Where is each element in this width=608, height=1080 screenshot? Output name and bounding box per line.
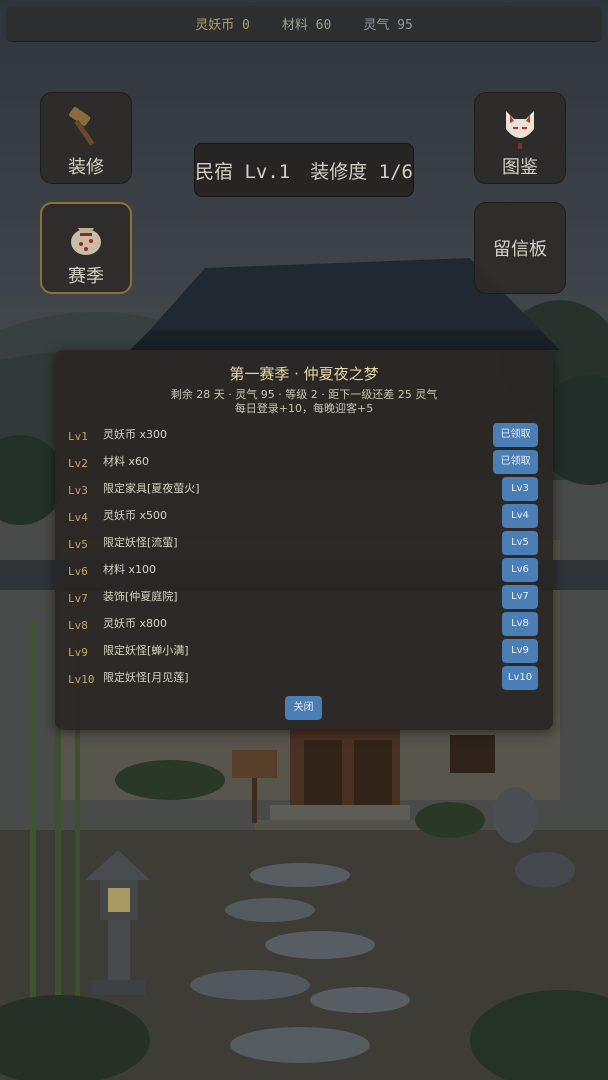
reward-row: Lv4 灵妖币 x500 Lv4 xyxy=(55,503,553,530)
season-modal: 第一赛季 · 仲夏夜之梦 剩余 28 天 · 灵气 95 · 等级 2 · 距下… xyxy=(55,350,553,730)
decorate-button[interactable]: 装修 xyxy=(40,92,132,184)
claimed-button[interactable]: 已领取 xyxy=(493,450,538,474)
reward-item: 材料 x100 xyxy=(103,563,157,576)
season-title: 第一赛季 · 仲夏夜之梦 xyxy=(229,365,379,383)
level-required-button[interactable]: Lv10 xyxy=(502,666,538,690)
reward-row: Lv7 装饰[仲夏庭院] Lv7 xyxy=(55,584,553,611)
inn-decor-progress: 装修度 1/6 xyxy=(310,160,413,183)
season-rules-line: 每日登录+10，每晚迎客+5 xyxy=(234,402,374,415)
reward-level: Lv2 xyxy=(68,457,88,470)
reward-item: 限定家具[夏夜萤火] xyxy=(103,482,200,495)
reward-level: Lv6 xyxy=(68,565,88,578)
reward-item: 灵妖币 x500 xyxy=(103,509,168,522)
claimed-button[interactable]: 已领取 xyxy=(493,423,538,447)
reward-item: 材料 x60 xyxy=(103,455,150,468)
level-required-button[interactable]: Lv9 xyxy=(502,639,538,663)
codex-label: 图鉴 xyxy=(502,157,538,178)
reward-item: 限定妖怪[流萤] xyxy=(103,536,178,549)
reward-row: Lv2 材料 x60 已领取 xyxy=(55,449,553,476)
material-counter: 材料 60 xyxy=(281,18,332,33)
reward-row: Lv9 限定妖怪[蝉小满] Lv9 xyxy=(55,638,553,665)
fox-mask-icon xyxy=(506,111,534,149)
message-board-button[interactable]: 留信板 xyxy=(474,202,566,294)
reward-level: Lv1 xyxy=(68,430,88,443)
reward-item: 灵妖币 x800 xyxy=(103,617,168,630)
season-button[interactable]: 赛季 xyxy=(40,202,132,294)
reward-row: Lv5 限定妖怪[流萤] Lv5 xyxy=(55,530,553,557)
pouch-icon xyxy=(71,228,101,255)
level-required-button[interactable]: Lv8 xyxy=(502,612,538,636)
inn-status: 民宿 Lv.1 装修度 1/6 xyxy=(194,143,414,197)
close-button[interactable]: 关闭 xyxy=(285,696,322,720)
reward-row: Lv1 灵妖币 x300 已领取 xyxy=(55,422,553,449)
reward-row: Lv10 限定妖怪[月见莲] Lv10 xyxy=(55,665,553,692)
reward-item: 灵妖币 x300 xyxy=(103,428,168,441)
currency-bar: 灵妖币 0 材料 60 灵气 95 xyxy=(6,6,602,41)
reward-level: Lv3 xyxy=(68,484,88,497)
level-required-button[interactable]: Lv3 xyxy=(502,477,538,501)
level-required-button[interactable]: Lv5 xyxy=(502,531,538,555)
reward-level: Lv10 xyxy=(68,673,95,686)
reward-item: 限定妖怪[月见莲] xyxy=(103,671,189,684)
level-required-button[interactable]: Lv6 xyxy=(502,558,538,582)
qi-counter: 灵气 95 xyxy=(363,18,413,33)
message-board-label: 留信板 xyxy=(493,239,547,260)
reward-level: Lv9 xyxy=(68,646,88,659)
season-status-line: 剩余 28 天 · 灵气 95 · 等级 2 · 距下一级还差 25 灵气 xyxy=(170,388,438,401)
inn-level: 民宿 Lv.1 xyxy=(195,160,291,183)
gold-counter: 灵妖币 0 xyxy=(195,18,250,33)
reward-row: Lv3 限定家具[夏夜萤火] Lv3 xyxy=(55,476,553,503)
hammer-icon xyxy=(69,106,95,146)
decorate-label: 装修 xyxy=(68,157,104,178)
level-required-button[interactable]: Lv4 xyxy=(502,504,538,528)
season-info: 剩余 28 天 · 灵气 95 · 等级 2 · 距下一级还差 25 灵气 每日… xyxy=(55,388,553,416)
reward-level: Lv7 xyxy=(68,592,88,605)
level-required-button[interactable]: Lv7 xyxy=(502,585,538,609)
reward-level: Lv8 xyxy=(68,619,88,632)
codex-button[interactable]: 图鉴 xyxy=(474,92,566,184)
reward-item: 装饰[仲夏庭院] xyxy=(103,590,178,603)
reward-level: Lv5 xyxy=(68,538,88,551)
reward-item: 限定妖怪[蝉小满] xyxy=(103,644,189,657)
reward-row: Lv8 灵妖币 x800 Lv8 xyxy=(55,611,553,638)
season-label: 赛季 xyxy=(68,266,104,287)
reward-level: Lv4 xyxy=(68,511,88,524)
reward-row: Lv6 材料 x100 Lv6 xyxy=(55,557,553,584)
